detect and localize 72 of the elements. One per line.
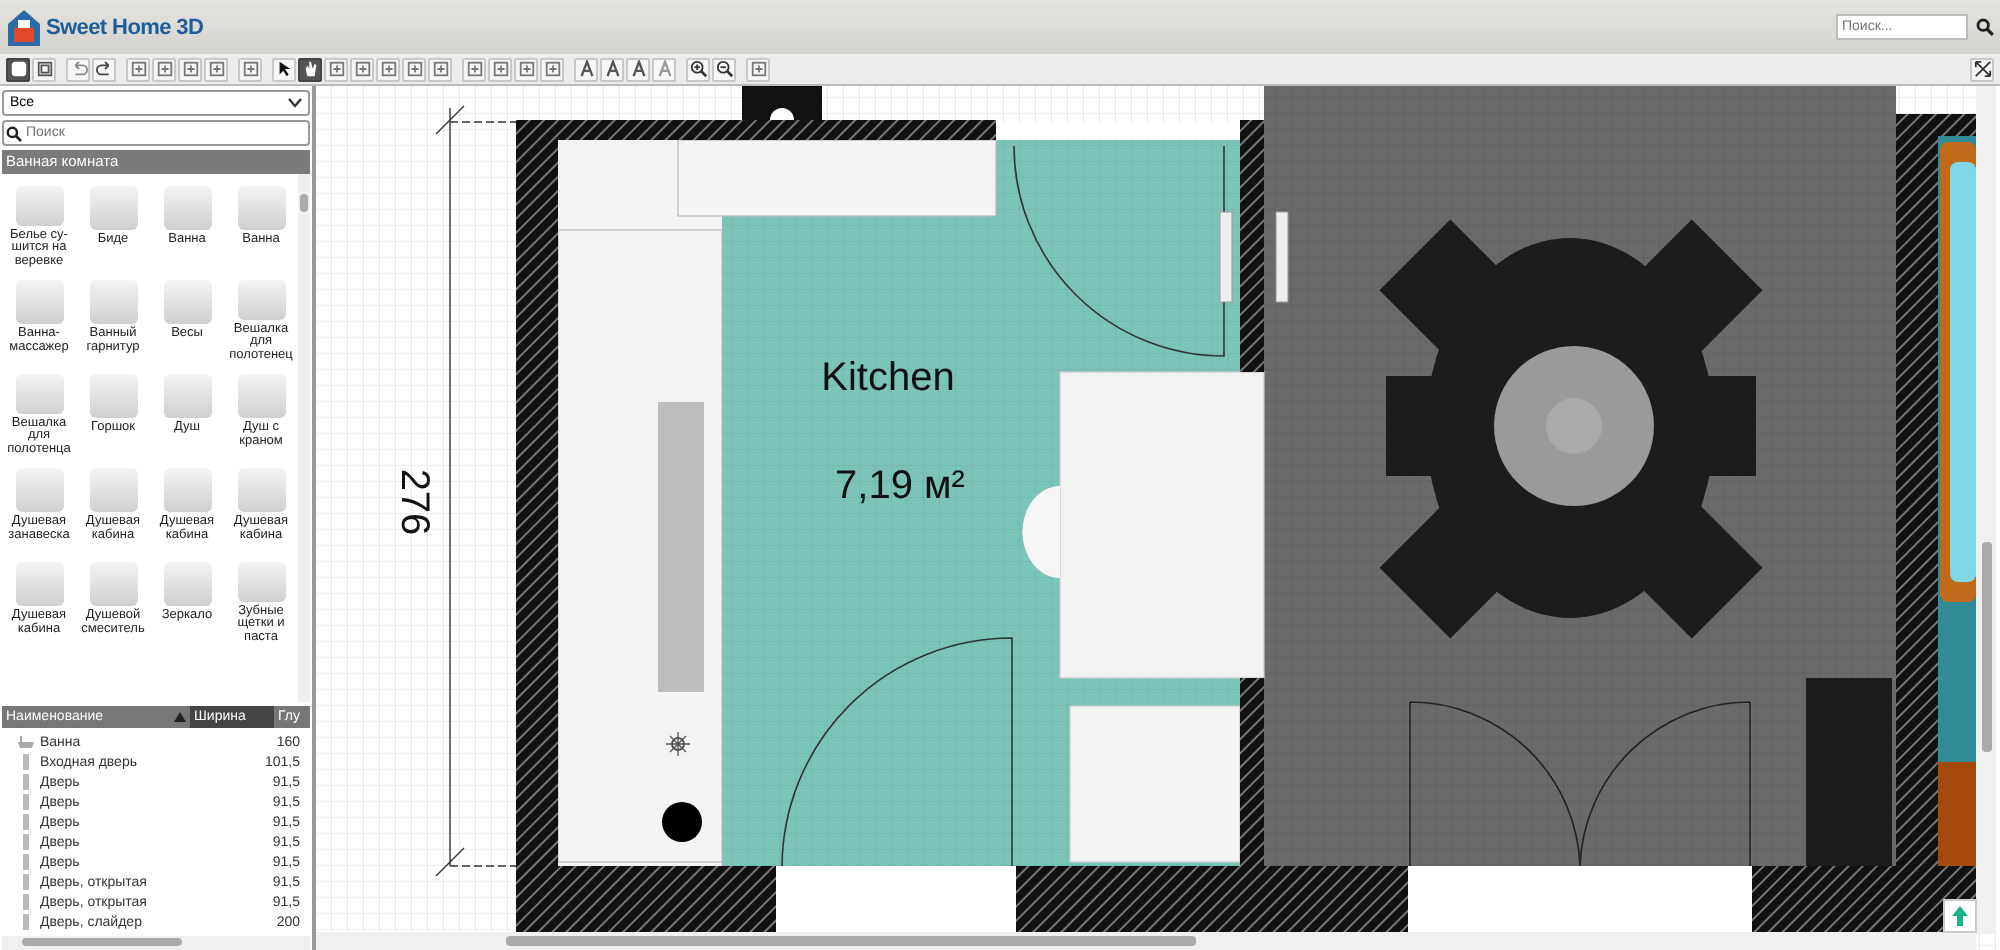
furniture-thumbnail[interactable]: [15, 562, 63, 606]
furniture-thumbnail[interactable]: [163, 468, 211, 512]
scrollbar[interactable]: [2, 936, 310, 950]
furniture-thumbnail[interactable]: [89, 186, 137, 230]
compass-button[interactable]: [1943, 899, 1977, 933]
furniture-thumbnail[interactable]: [163, 374, 211, 418]
furniture-thumbnail[interactable]: [237, 562, 285, 601]
dimension-tool-button[interactable]: [402, 57, 426, 81]
aerial-tool-button[interactable]: [32, 57, 56, 81]
bathtub[interactable]: [1938, 136, 1976, 866]
sort-arrow-icon: [174, 712, 186, 722]
radiator[interactable]: [1275, 211, 1289, 303]
zoom-in-tool-button[interactable]: [686, 57, 710, 81]
radiator[interactable]: [1219, 211, 1233, 303]
cut-tool-button[interactable]: [152, 57, 176, 81]
furniture-thumbnail[interactable]: [89, 280, 137, 324]
furniture-thumbnail[interactable]: [15, 280, 63, 324]
expand-tool-button[interactable]: [1970, 57, 1994, 81]
furniture-thumbnail[interactable]: [15, 374, 63, 413]
ceiling-lamp-fixture: [742, 86, 822, 120]
ungroup-tool-button[interactable]: [540, 57, 564, 81]
furniture-thumbnail[interactable]: [163, 280, 211, 324]
copy-tool-button[interactable]: [178, 57, 202, 81]
wall-tool-button[interactable]: [324, 57, 348, 81]
furniture-thumbnail[interactable]: [237, 280, 285, 319]
scrollbar[interactable]: [298, 174, 310, 702]
burner-icon: [662, 802, 702, 842]
scrollbar-thumb[interactable]: [1982, 542, 1992, 752]
lamp-icon: [770, 108, 794, 120]
scrollbar-thumb[interactable]: [506, 936, 1196, 946]
redo-tool-button[interactable]: [92, 57, 116, 81]
house-logo-icon: [6, 7, 42, 47]
dimension-label: 276: [392, 468, 436, 536]
furniture-thumbnail[interactable]: [89, 468, 137, 512]
search-icon: [6, 125, 22, 141]
chair[interactable]: [1022, 486, 1060, 578]
paste-tool-button[interactable]: [204, 57, 228, 81]
room-name[interactable]: Kitchen: [821, 356, 955, 400]
app-logo-text: Sweet Home 3D: [46, 15, 204, 39]
furniture-thumbnail[interactable]: [89, 374, 137, 418]
furniture-thumbnail[interactable]: [237, 374, 285, 418]
furniture-thumbnail[interactable]: [237, 186, 285, 230]
furniture-thumbnail[interactable]: [15, 468, 63, 512]
text-bigger-tool-button[interactable]: [600, 57, 624, 81]
photo-tool-button[interactable]: [746, 57, 770, 81]
label-tool-button[interactable]: [428, 57, 452, 81]
pan-tool-button[interactable]: [298, 57, 322, 81]
dining-table-with-chairs[interactable]: [1379, 219, 1763, 639]
room-tool-button[interactable]: [350, 57, 374, 81]
room-area[interactable]: 7,19 м²: [835, 464, 965, 508]
ungroup-tool-button[interactable]: [488, 57, 512, 81]
search-icon[interactable]: [1976, 18, 1994, 36]
plan-view-tool-button[interactable]: [6, 57, 30, 81]
wall[interactable]: [1752, 866, 1976, 932]
group-tool-button[interactable]: [462, 57, 486, 81]
furniture-thumbnail[interactable]: [89, 562, 137, 606]
burner-icon: [665, 731, 691, 757]
polyline-tool-button[interactable]: [376, 57, 400, 81]
furniture-thumbnail[interactable]: [163, 186, 211, 230]
floor-plan[interactable]: 276 Kitchen 7,19 м²: [316, 86, 2000, 950]
furniture-thumbnail[interactable]: [237, 468, 285, 512]
scissors-tool-button[interactable]: [126, 57, 150, 81]
furniture-thumbnail[interactable]: [15, 186, 63, 225]
bathtub-icon: [18, 736, 34, 748]
group-tool-button[interactable]: [514, 57, 538, 81]
text-smaller-tool-button[interactable]: [574, 57, 598, 81]
add-tool-button[interactable]: [238, 57, 262, 81]
caret-icon: [288, 98, 302, 108]
furniture-thumbnail[interactable]: [163, 562, 211, 606]
bold-tool-button[interactable]: [626, 57, 650, 81]
zoom-out-tool-button[interactable]: [712, 57, 736, 81]
select-tool-button[interactable]: [272, 57, 296, 81]
